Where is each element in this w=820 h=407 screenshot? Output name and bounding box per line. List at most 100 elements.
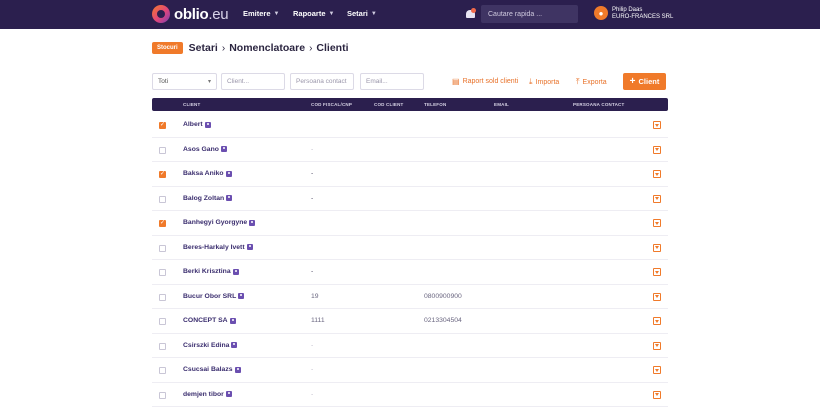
contact-card-icon (225, 170, 232, 177)
stocuri-badge[interactable]: Stocuri (152, 42, 183, 54)
row-checkbox[interactable] (159, 146, 166, 154)
client-type-select[interactable]: Toti ▾ (152, 73, 217, 90)
plus-icon: + (629, 76, 636, 87)
row-dropdown-icon[interactable] (653, 145, 661, 154)
nav-emitere[interactable]: Emitere ▼ (243, 9, 279, 18)
logo-mark-icon (152, 5, 170, 23)
logo[interactable]: oblio.eu (152, 5, 229, 23)
row-dropdown-icon[interactable] (653, 219, 661, 227)
contact-filter-input[interactable]: Persoana contact (290, 73, 354, 90)
nav-setari[interactable]: Setari ▼ (347, 9, 377, 18)
user-avatar[interactable]: ● (594, 6, 608, 20)
table-row[interactable]: Csucsai Balazs - (152, 358, 668, 383)
client-name-link[interactable]: demjen tibor (183, 391, 232, 398)
row-checkbox[interactable] (159, 391, 166, 399)
nav-rapoarte[interactable]: Rapoarte ▼ (293, 9, 334, 18)
contact-card-icon (220, 146, 227, 152)
row-dropdown-icon[interactable] (653, 341, 661, 350)
add-client-button[interactable]: + Client (623, 73, 666, 90)
client-filter-input[interactable]: Client... (221, 73, 285, 90)
cif-cell: - (311, 145, 314, 153)
column-header[interactable]: COD CLIENT (374, 102, 404, 107)
column-header[interactable]: TELEFON (424, 102, 446, 107)
row-dropdown-icon[interactable] (653, 366, 661, 374)
row-dropdown-icon[interactable] (653, 292, 661, 301)
table-row[interactable]: Asos Gano - (152, 138, 668, 162)
cif-cell: 1111 (311, 317, 325, 324)
contact-card-icon (232, 268, 239, 275)
client-balance-report-link[interactable]: ▤ Raport sold clienti (452, 77, 518, 86)
report-icon: ▤ (452, 77, 460, 86)
contact-card-icon (231, 342, 238, 348)
column-header[interactable]: COD FISCAL/CNP (311, 102, 352, 107)
table-row[interactable]: Bucur Obor SRL 19 0800900900 (152, 285, 668, 309)
table-row[interactable]: Beres-Harkaly Ivett (152, 236, 668, 260)
row-checkbox[interactable] (159, 170, 166, 178)
client-name-link[interactable]: Bucur Obor SRL (183, 293, 245, 300)
row-checkbox[interactable] (159, 244, 166, 252)
breadcrumb-separator: › (221, 42, 226, 54)
logo-text: oblio.eu (174, 5, 229, 23)
quick-search-input[interactable]: Cautare rapida ... (481, 5, 578, 23)
row-dropdown-icon[interactable] (653, 390, 661, 399)
row-dropdown-icon[interactable] (653, 194, 661, 203)
contact-card-icon (238, 293, 245, 299)
table-row[interactable]: Albert (152, 113, 668, 138)
chevron-down-icon: ▾ (207, 79, 211, 85)
contact-card-icon (225, 391, 232, 397)
notifications-bell-icon[interactable] (466, 8, 476, 19)
row-checkbox[interactable] (159, 219, 166, 227)
client-name-link[interactable]: Csirszki Edina (183, 342, 238, 349)
contact-card-icon (204, 121, 211, 128)
table-row[interactable]: Banhegyi Gyorgyne (152, 211, 668, 236)
cif-cell: 19 (311, 292, 319, 300)
client-name-link[interactable]: Albert (183, 121, 211, 128)
email-filter-input[interactable]: Email... (360, 73, 424, 90)
chevron-down-icon: ▼ (370, 10, 377, 17)
client-name-link[interactable]: Banhegyi Gyorgyne (183, 219, 256, 226)
table-row[interactable]: CONCEPT SA 1111 0213304504 (152, 309, 668, 334)
column-header[interactable]: PERSOANA CONTACT (573, 102, 624, 107)
client-name-link[interactable]: Baksa Aniko (183, 170, 232, 177)
cif-cell: - (311, 341, 314, 349)
breadcrumb-nomenclatoare[interactable]: Nomenclatoare (229, 42, 305, 54)
row-checkbox[interactable] (159, 318, 166, 325)
user-name: Philip Daas (612, 7, 643, 13)
breadcrumb-clienti: Clienti (316, 42, 349, 54)
user-menu[interactable]: Philip Daas EURO-FRANCES SRL (612, 7, 673, 21)
row-checkbox[interactable] (159, 293, 166, 301)
client-name-link[interactable]: Berki Krisztina (183, 268, 239, 275)
table-row[interactable]: Csirszki Edina - (152, 334, 668, 358)
client-name-link[interactable]: CONCEPT SA (183, 317, 236, 324)
table-row[interactable]: Balog Zoltan - (152, 187, 668, 211)
row-dropdown-icon[interactable] (653, 317, 661, 325)
breadcrumb: Stocuri Setari › Nomenclatoare › Clienti (152, 42, 349, 54)
cif-cell: - (311, 268, 314, 275)
table-row[interactable]: Berki Krisztina - (152, 260, 668, 285)
column-header[interactable]: EMAIL (494, 102, 509, 107)
chevron-down-icon: ▼ (328, 10, 335, 17)
breadcrumb-setari[interactable]: Setari (189, 42, 218, 54)
row-dropdown-icon[interactable] (653, 170, 661, 178)
upload-icon: ⤒ (576, 77, 580, 86)
row-checkbox[interactable] (159, 342, 166, 350)
client-name-link[interactable]: Csucsai Balazs (183, 366, 241, 373)
client-name-link[interactable]: Beres-Harkaly Ivett (183, 244, 253, 251)
client-name-link[interactable]: Balog Zoltan (183, 195, 233, 202)
row-dropdown-icon[interactable] (653, 121, 661, 129)
row-dropdown-icon[interactable] (653, 243, 661, 252)
row-checkbox[interactable] (159, 269, 166, 276)
column-header[interactable]: CLIENT (183, 102, 200, 107)
table-row[interactable]: demjen tibor - (152, 383, 668, 407)
cif-cell: - (311, 390, 314, 398)
contact-card-icon (234, 366, 241, 373)
contact-card-icon (249, 219, 256, 226)
row-checkbox[interactable] (159, 367, 166, 374)
row-checkbox[interactable] (159, 195, 166, 203)
client-name-link[interactable]: Asos Gano (183, 146, 227, 153)
export-link[interactable]: ⤒ Exporta (576, 77, 607, 87)
row-checkbox[interactable] (159, 121, 166, 129)
row-dropdown-icon[interactable] (653, 268, 661, 276)
table-row[interactable]: Baksa Aniko - (152, 162, 668, 187)
import-link[interactable]: ⤓ Importa (529, 77, 559, 87)
